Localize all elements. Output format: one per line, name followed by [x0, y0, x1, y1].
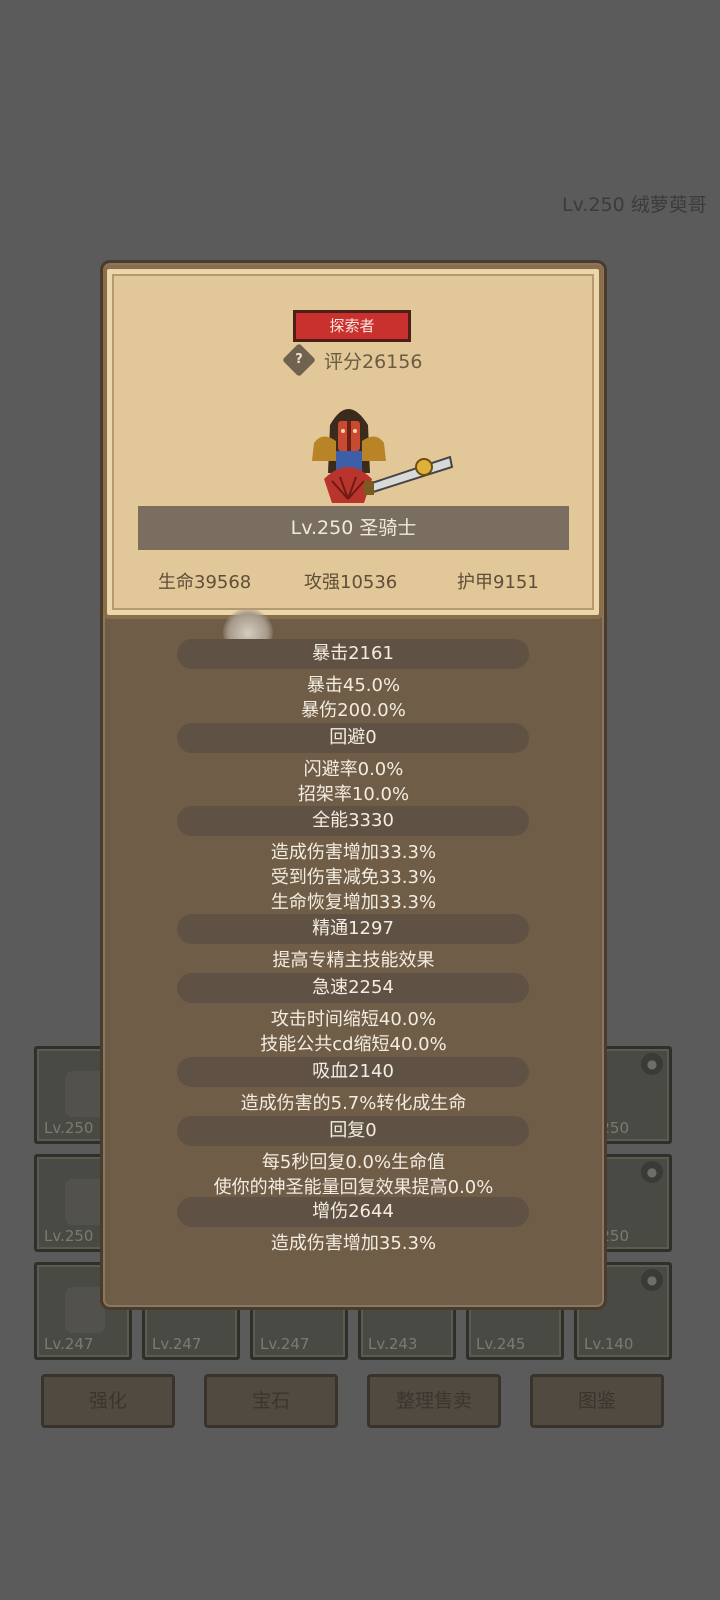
lock-icon: ●: [641, 1269, 663, 1291]
dodge-rate: 闪避率0.0%: [303, 759, 404, 780]
score-text: 评分26156: [324, 351, 423, 373]
mastery-detail: 提高专精主技能效果: [272, 950, 435, 971]
equipment-level: Lv.247: [44, 1335, 94, 1353]
character-name-bar: Lv.250 圣骑士: [138, 506, 569, 550]
crit-header: 暴击2161: [177, 639, 529, 669]
leech-header: 吸血2140: [177, 1057, 529, 1087]
mastery-header: 精通1297: [177, 914, 529, 944]
hp-stat: 生命39568: [158, 572, 252, 593]
equipment-level: Lv.243: [368, 1335, 418, 1353]
crit-rate: 暴击45.0%: [306, 675, 401, 696]
equipment-level: Lv.247: [152, 1335, 202, 1353]
versatility-damage: 造成伤害增加33.3%: [270, 842, 437, 863]
damage-bonus-header: 增伤2644: [177, 1197, 529, 1227]
enhance-button[interactable]: 强化: [41, 1374, 175, 1428]
versatility-reduction: 受到伤害减免33.3%: [270, 867, 437, 888]
equipment-level: Lv.250: [44, 1119, 94, 1137]
versatility-header: 全能3330: [177, 806, 529, 836]
lock-icon: ●: [641, 1053, 663, 1075]
sort-sell-button[interactable]: 整理售卖: [367, 1374, 501, 1428]
regen-header: 回复0: [177, 1116, 529, 1146]
paladin-character-sprite: [300, 395, 460, 505]
armor-icon: [65, 1287, 105, 1333]
parry-rate: 招架率10.0%: [297, 784, 410, 805]
weapon-icon: [65, 1071, 105, 1117]
background-header-text: Lv.250 绒萝萸哥: [562, 194, 707, 216]
regen-holy-power: 使你的神圣能量回复效果提高0.0%: [213, 1177, 494, 1198]
leech-detail: 造成伤害的5.7%转化成生命: [240, 1093, 467, 1114]
haste-header: 急速2254: [177, 973, 529, 1003]
lock-icon: ●: [641, 1161, 663, 1183]
haste-attack-time: 攻击时间缩短40.0%: [270, 1009, 437, 1030]
armor-stat: 护甲9151: [457, 572, 539, 593]
gem-button[interactable]: 宝石: [204, 1374, 338, 1428]
wing-icon: [65, 1179, 105, 1225]
crit-damage: 暴伤200.0%: [301, 700, 406, 721]
equipment-level: Lv.250: [44, 1227, 94, 1245]
equipment-level: Lv.245: [476, 1335, 526, 1353]
attack-stat: 攻强10536: [304, 572, 398, 593]
damage-bonus-detail: 造成伤害增加35.3%: [270, 1233, 437, 1254]
equipment-level: Lv.140: [584, 1335, 634, 1353]
title-badge[interactable]: 探索者: [293, 310, 411, 342]
question-mark-icon[interactable]: ?: [282, 343, 316, 377]
equipment-level: Lv.247: [260, 1335, 310, 1353]
versatility-healing: 生命恢复增加33.3%: [270, 892, 437, 913]
haste-skill-cd: 技能公共cd缩短40.0%: [260, 1034, 447, 1055]
regen-per-5s: 每5秒回复0.0%生命值: [261, 1152, 446, 1173]
avoidance-header: 回避0: [177, 723, 529, 753]
collection-button[interactable]: 图鉴: [530, 1374, 664, 1428]
